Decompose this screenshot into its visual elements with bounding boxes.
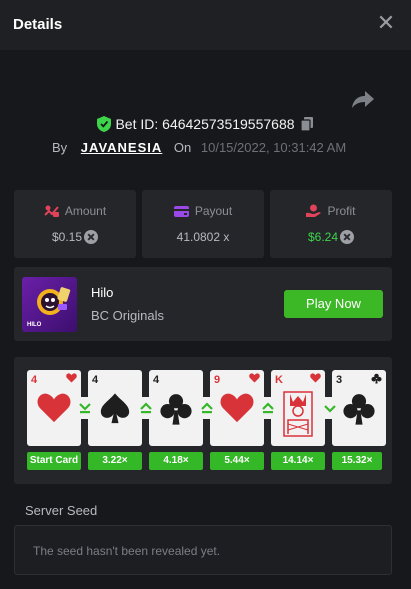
multiplier-badge: Start Card [27, 452, 81, 470]
lower-arrow-icon [74, 397, 96, 419]
card-rank: 4 [153, 374, 160, 386]
higher-arrow-icon [257, 397, 279, 419]
club-icon [371, 373, 382, 384]
heart-icon [37, 393, 71, 423]
game-thumbnail[interactable]: HILO [22, 277, 77, 332]
multiplier-badge: 4.18× [149, 452, 203, 470]
king-figure-icon [283, 391, 313, 437]
shield-check-icon [97, 116, 112, 132]
amount-icon [44, 205, 59, 217]
profit-icon [306, 204, 322, 217]
game-provider: BC Originals [91, 308, 164, 323]
lower-arrow-icon [319, 397, 341, 419]
card-history: 4 4 4 9 K 3 Start Card 3.22× 4.18× 5.44×… [14, 357, 392, 484]
game-card: HILO Hilo BC Originals Play Now [14, 267, 392, 341]
coin-icon [340, 230, 355, 244]
bet-stats: Amount $0.15 Payout 41.0802 x Profit $6.… [14, 190, 392, 258]
server-seed-text: The seed hasn't been revealed yet. [33, 544, 221, 558]
profit-label: Profit [327, 204, 356, 218]
multiplier-badge: 5.44× [210, 452, 264, 470]
higher-arrow-icon [196, 397, 218, 419]
play-now-button[interactable]: Play Now [284, 290, 383, 318]
heart-icon [310, 373, 321, 383]
club-icon [160, 394, 192, 425]
by-label: By [52, 140, 68, 155]
bet-meta-row: By JAVANESIA On 10/15/2022, 10:31:42 AM [52, 140, 346, 158]
card-4-spade: 4 [88, 370, 142, 446]
bet-id-text: Bet ID: 64642573519557688 [115, 116, 295, 132]
details-title: Details [13, 16, 63, 33]
profit-stat: Profit $6.24 [270, 190, 392, 258]
amount-label: Amount [64, 204, 107, 218]
on-label: On [173, 140, 192, 155]
amount-value: $0.15 [51, 230, 83, 244]
card-rank: 3 [336, 374, 343, 386]
profit-value: $6.24 [307, 230, 339, 244]
payout-label: Payout [194, 204, 233, 218]
copy-icon[interactable] [299, 117, 314, 132]
bet-date: 10/15/2022, 10:31:42 AM [200, 140, 347, 155]
spade-icon [100, 393, 130, 424]
username-link[interactable]: JAVANESIA [81, 140, 162, 155]
amount-stat: Amount $0.15 [14, 190, 136, 258]
card-4-heart: 4 [27, 370, 81, 446]
higher-arrow-icon [135, 397, 157, 419]
card-rank: 4 [92, 374, 99, 386]
coin-icon [84, 230, 99, 244]
heart-icon [249, 373, 260, 383]
card-rank: 4 [31, 374, 38, 386]
heart-icon [220, 393, 254, 423]
multiplier-badge: 14.14× [271, 452, 325, 470]
heart-icon [66, 373, 77, 383]
details-header: Details ✕ [0, 0, 411, 50]
wallet-icon [173, 206, 189, 217]
club-icon [343, 394, 375, 425]
card-9-heart: 9 [210, 370, 264, 446]
payout-value: 41.0802 x [176, 230, 230, 244]
server-seed-field: The seed hasn't been revealed yet. [14, 525, 392, 575]
card-rank: K [275, 374, 283, 386]
card-k-heart: K [271, 370, 325, 446]
game-thumbnail-label: HILO [27, 322, 42, 328]
game-name[interactable]: Hilo [91, 285, 113, 300]
payout-stat: Payout 41.0802 x [142, 190, 264, 258]
share-icon[interactable] [350, 88, 376, 110]
close-icon[interactable]: ✕ [375, 12, 397, 34]
multiplier-badge: 15.32× [332, 452, 382, 470]
bet-id-row: Bet ID: 64642573519557688 [0, 116, 411, 136]
multiplier-badge: 3.22× [88, 452, 142, 470]
card-rank: 9 [214, 374, 221, 386]
card-4-club: 4 [149, 370, 203, 446]
server-seed-label: Server Seed [25, 503, 98, 518]
